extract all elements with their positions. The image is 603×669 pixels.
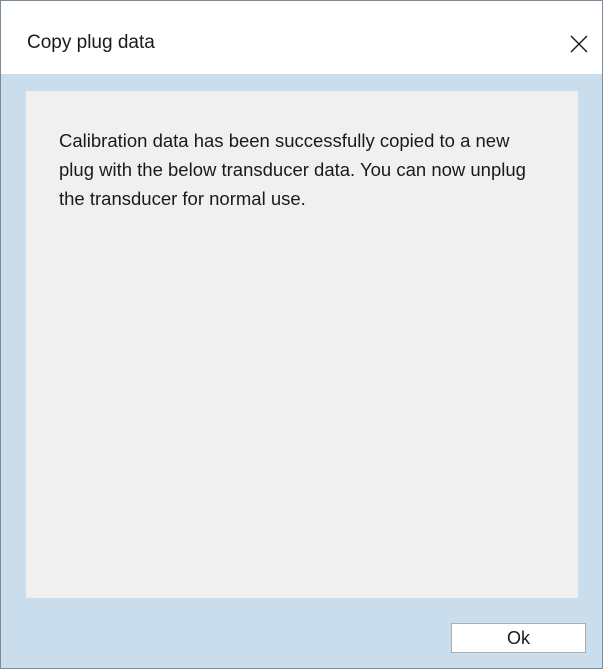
- close-button[interactable]: [556, 21, 602, 67]
- close-icon: [570, 35, 588, 53]
- title-bar: Copy plug data: [1, 1, 602, 74]
- message-panel: Calibration data has been successfully c…: [26, 91, 578, 598]
- dialog-message: Calibration data has been successfully c…: [59, 130, 526, 209]
- dialog-window: Copy plug data Calibration data has been…: [0, 0, 603, 669]
- ok-button[interactable]: Ok: [451, 623, 586, 653]
- dialog-title: Copy plug data: [27, 32, 155, 53]
- dialog-body: Calibration data has been successfully c…: [1, 74, 602, 668]
